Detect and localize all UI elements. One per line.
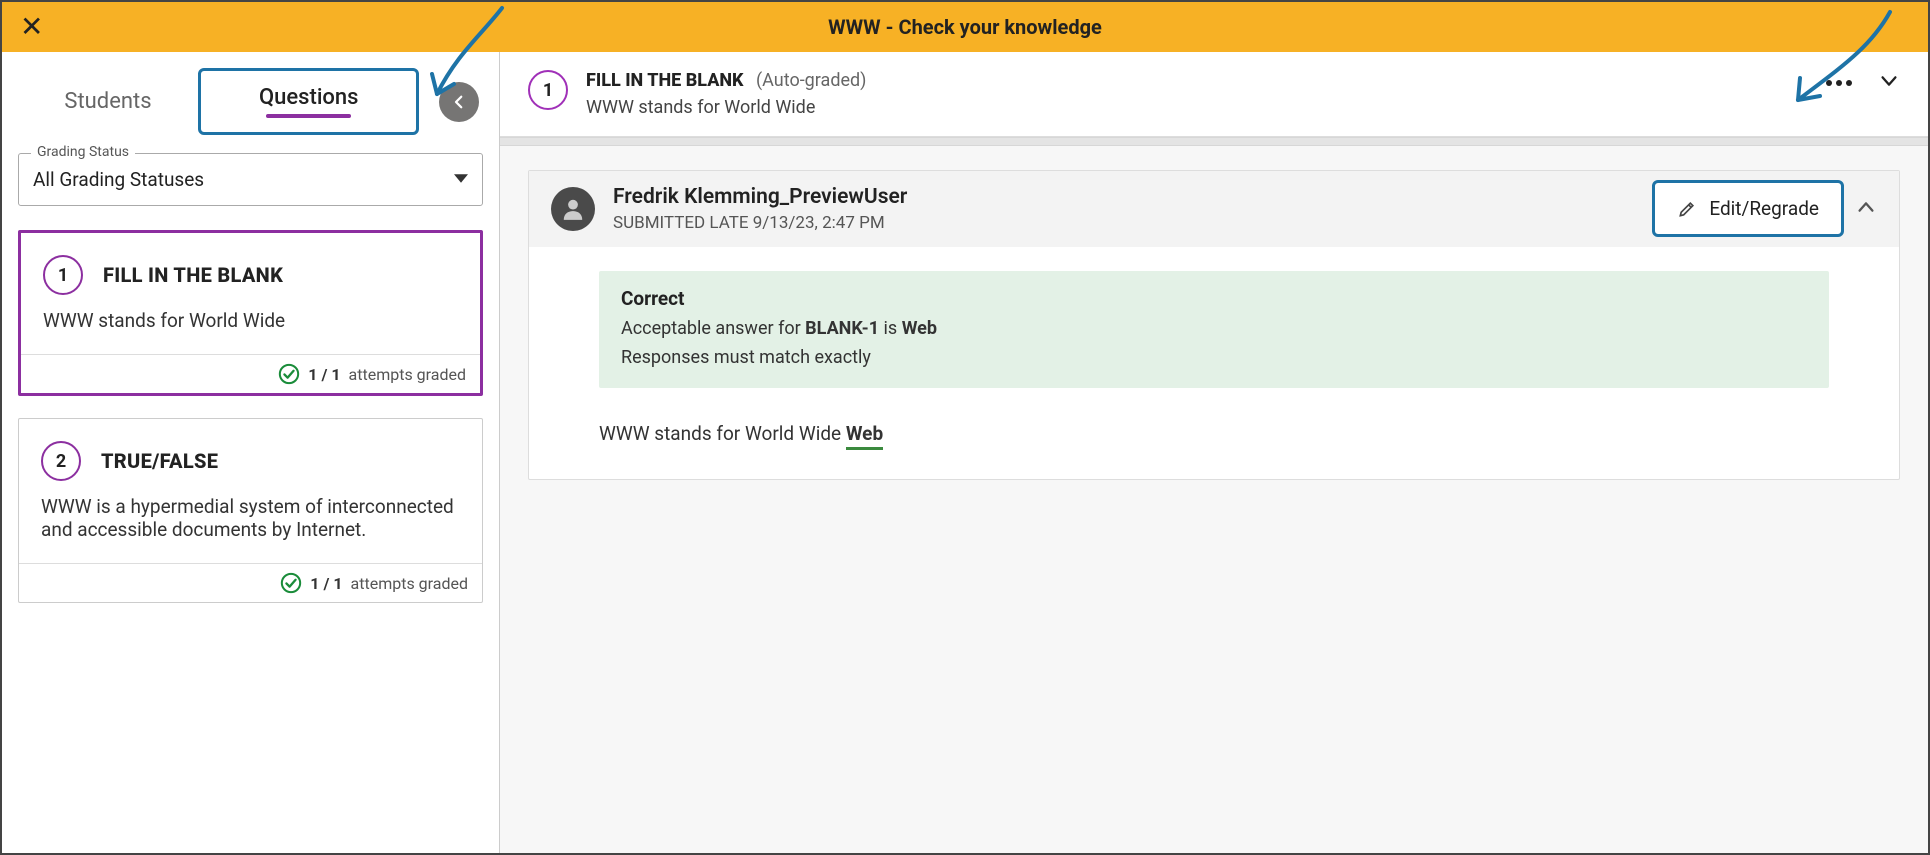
pencil-icon [1677, 199, 1697, 219]
question-header-text: FILL IN THE BLANK (Auto-graded) WWW stan… [586, 70, 866, 118]
tab-questions-label: Questions [259, 85, 358, 110]
chevron-up-icon [1855, 196, 1877, 218]
check-circle-icon [278, 363, 300, 385]
tab-students[interactable]: Students [18, 73, 198, 130]
question-text: WWW stands for World Wide [21, 305, 480, 354]
tab-underline [266, 114, 351, 118]
submission-body: Correct Acceptable answer for BLANK-1 is… [529, 247, 1899, 479]
question-number-badge: 2 [41, 441, 81, 481]
grading-status-legend: Grading Status [31, 144, 135, 160]
app-window: ✕ WWW - Check your knowledge Students Qu… [0, 0, 1930, 855]
question-number-badge: 1 [43, 255, 83, 295]
match-note: Responses must match exactly [621, 347, 1807, 368]
student-answer-line: WWW stands for World Wide Web [599, 422, 1829, 445]
auto-graded-label: (Auto-graded) [756, 70, 866, 91]
question-card-head: 2 TRUE/FALSE [19, 419, 482, 491]
question-footer: 1 / 1 attempts graded [19, 563, 482, 602]
divider-stripe [500, 137, 1928, 146]
collapse-sidebar-button[interactable] [439, 82, 479, 122]
more-options-button[interactable] [1826, 80, 1852, 86]
graded-label: attempts graded [349, 365, 466, 384]
question-number-badge: 1 [528, 70, 568, 110]
sidebar: Students Questions Grading Status All Gr… [2, 52, 500, 853]
student-answer: Web [846, 422, 883, 450]
page-title: WWW - Check your knowledge [828, 15, 1102, 39]
body: Students Questions Grading Status All Gr… [2, 52, 1928, 853]
question-card-head: 1 FILL IN THE BLANK [21, 233, 480, 305]
graded-count: 1 / 1 [310, 574, 342, 593]
submission-user-name: Fredrik Klemming_PreviewUser [613, 185, 907, 209]
question-header: 1 FILL IN THE BLANK (Auto-graded) WWW st… [500, 52, 1928, 137]
sidebar-tabs: Students Questions [18, 68, 483, 135]
edit-regrade-label: Edit/Regrade [1709, 197, 1819, 220]
question-type-label: TRUE/FALSE [101, 449, 218, 473]
avatar [551, 187, 595, 231]
title-bar: ✕ WWW - Check your knowledge [2, 2, 1928, 52]
question-footer: 1 / 1 attempts graded [21, 354, 480, 393]
graded-count: 1 / 1 [308, 365, 340, 384]
question-title-line: FILL IN THE BLANK (Auto-graded) [586, 70, 866, 91]
answer-stem: WWW stands for World Wide [599, 422, 846, 445]
edit-regrade-menu-item[interactable]: Edit/Regrade [1652, 180, 1844, 237]
tab-questions-wrap: Questions [198, 68, 419, 135]
chevron-left-icon [450, 93, 468, 111]
question-stem: WWW stands for World Wide [586, 97, 866, 118]
expand-question-button[interactable] [1878, 70, 1900, 96]
question-header-actions [1826, 70, 1900, 96]
accept-answer: Web [902, 318, 937, 339]
question-card-1[interactable]: 1 FILL IN THE BLANK WWW stands for World… [18, 230, 483, 396]
check-circle-icon [280, 572, 302, 594]
submission-user-block: Fredrik Klemming_PreviewUser SUBMITTED L… [613, 185, 907, 233]
dropdown-caret-icon [454, 170, 468, 189]
person-icon [560, 196, 586, 222]
correct-label: Correct [621, 287, 1807, 310]
acceptable-answer-line: Acceptable answer for BLANK-1 is Web [621, 318, 1807, 339]
grading-status-select[interactable]: Grading Status All Grading Statuses [18, 153, 483, 206]
blank-id: BLANK-1 [805, 318, 879, 339]
collapse-submission-button[interactable] [1855, 196, 1877, 222]
grading-status-value: All Grading Statuses [33, 168, 468, 191]
question-type-label: FILL IN THE BLANK [586, 70, 744, 91]
close-icon[interactable]: ✕ [20, 13, 43, 41]
question-card-2[interactable]: 2 TRUE/FALSE WWW is a hypermedial system… [18, 418, 483, 603]
graded-label: attempts graded [351, 574, 468, 593]
tab-questions[interactable]: Questions [198, 68, 419, 135]
chevron-down-icon [1878, 70, 1900, 92]
question-type-label: FILL IN THE BLANK [103, 263, 283, 287]
accept-mid: is [879, 318, 902, 339]
submission-meta: SUBMITTED LATE 9/13/23, 2:47 PM [613, 213, 907, 233]
accept-prefix: Acceptable answer for [621, 318, 805, 339]
main-panel: 1 FILL IN THE BLANK (Auto-graded) WWW st… [500, 52, 1928, 853]
correct-answer-box: Correct Acceptable answer for BLANK-1 is… [599, 271, 1829, 388]
question-text: WWW is a hypermedial system of interconn… [19, 491, 482, 563]
